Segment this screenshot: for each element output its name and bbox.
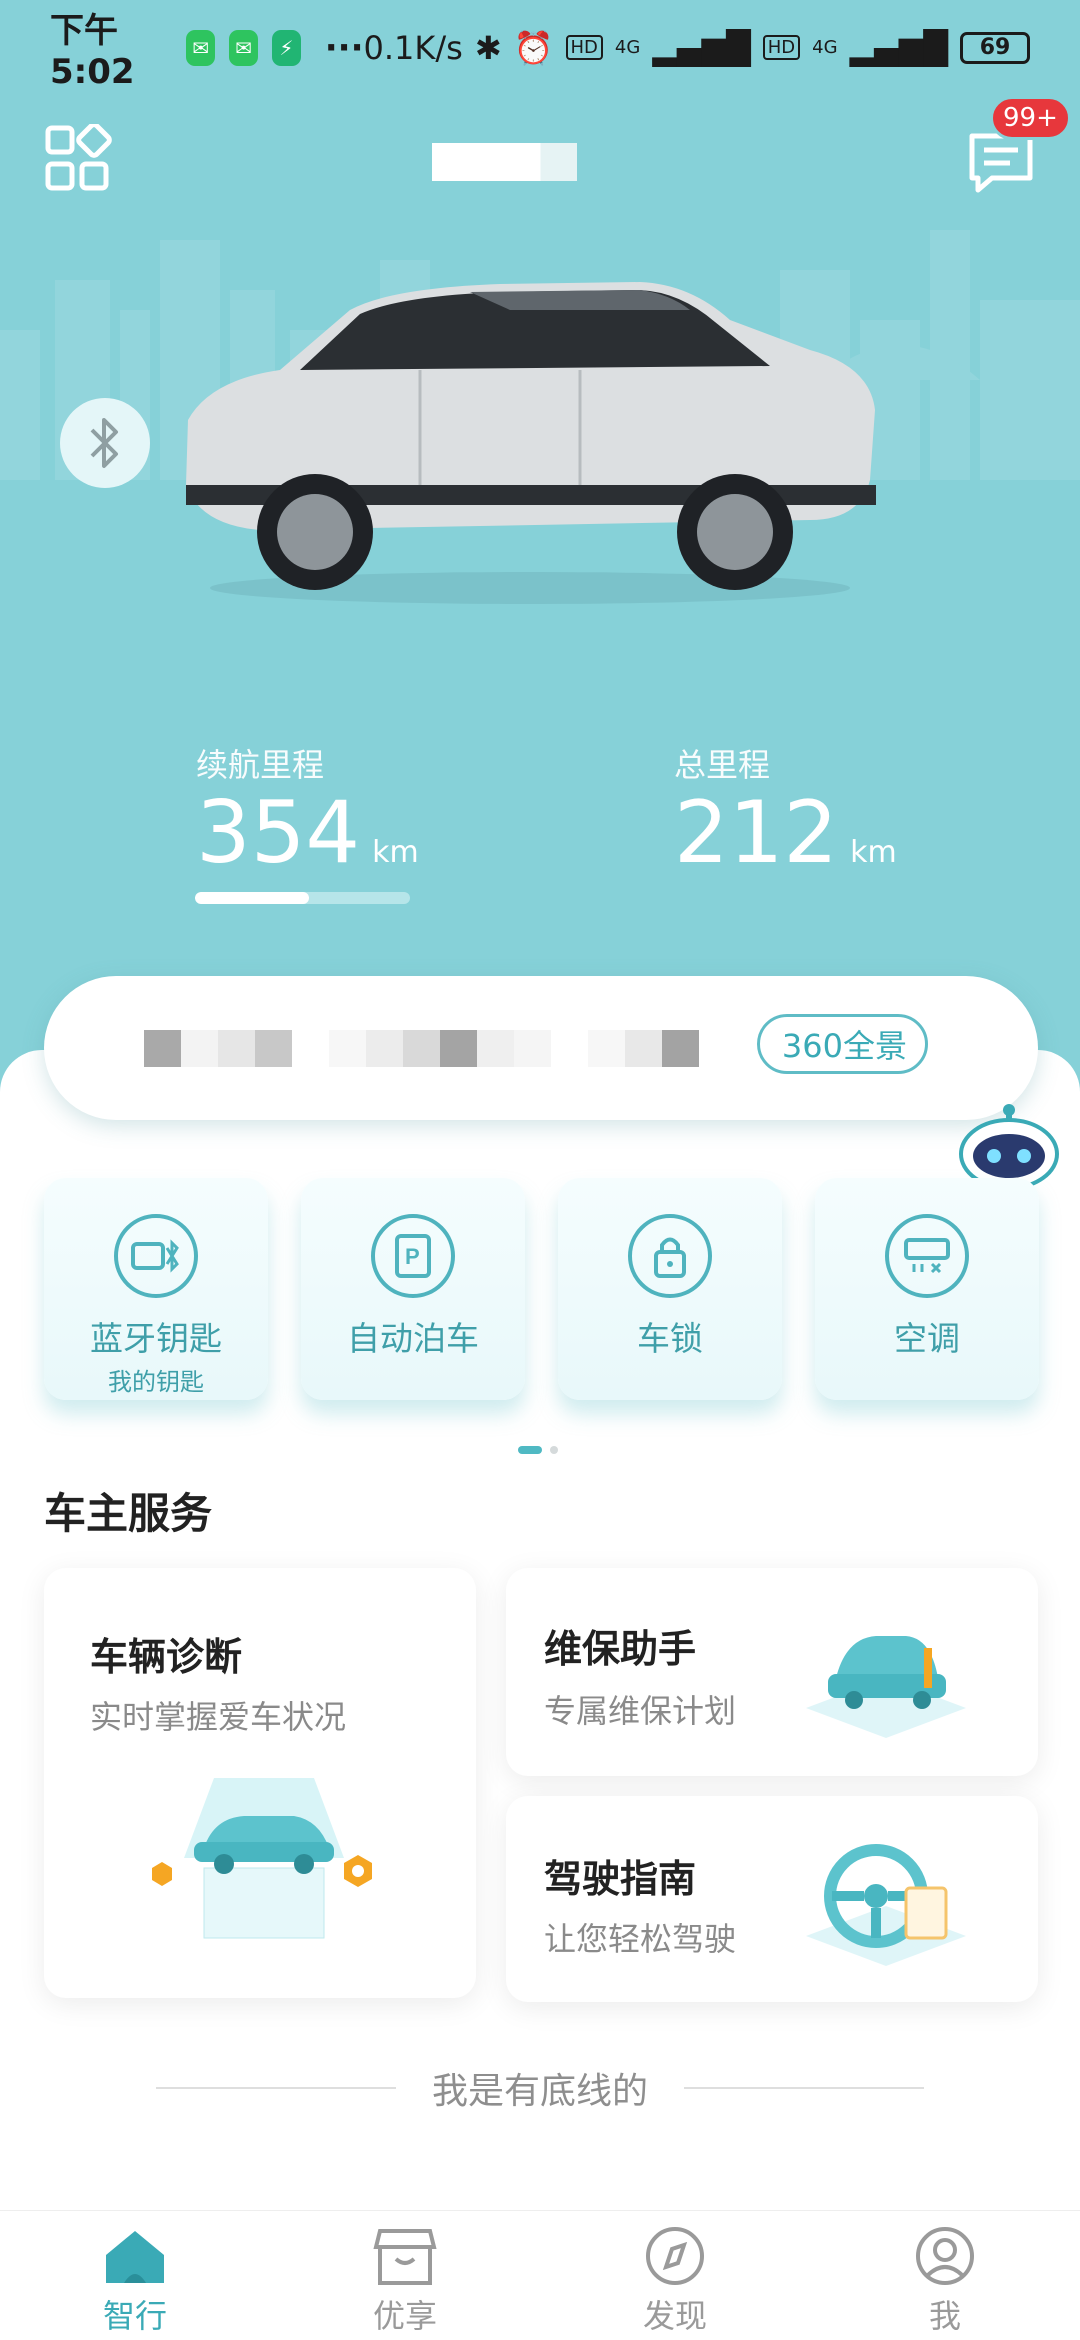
vehicle-name-masked: [432, 143, 577, 181]
card-title: 维保助手: [544, 1627, 697, 1671]
divider-line-left: [155, 2087, 396, 2089]
quick-actions: 蓝牙钥匙 我的钥匙 P 自动泊车 车锁 空调: [44, 1178, 1039, 1400]
alarm-icon: ⏰: [513, 28, 554, 67]
quick-action-auto-parking[interactable]: P 自动泊车: [301, 1178, 525, 1400]
tab-benefits[interactable]: 优享: [270, 2211, 540, 2340]
tab-smart-drive[interactable]: 智行: [0, 2211, 270, 2340]
page-dot-active: [518, 1446, 542, 1454]
page-indicator: [518, 1446, 558, 1454]
bottom-tab-bar: 智行 优享 发现 我: [0, 2210, 1080, 2340]
vehicle-status-pill[interactable]: 360全景: [44, 976, 1038, 1120]
quick-action-label: 车锁: [637, 1319, 703, 1358]
card-subtitle: 实时掌握爱车状况: [90, 1698, 347, 1736]
diagnosis-car-icon: [152, 1778, 372, 1939]
range-stat: 续航里程 354 km: [196, 740, 419, 876]
quick-action-ac[interactable]: 空调: [815, 1178, 1039, 1400]
end-of-list-divider: 我是有底线的: [0, 2062, 1080, 2114]
tab-label: 我: [928, 2297, 961, 2335]
signal-icon: ▂▄▆█: [652, 28, 751, 67]
app-notification-icon: ⚡: [271, 29, 301, 66]
odometer-stat: 总里程 212 km: [674, 740, 897, 876]
range-progress-bar: [195, 892, 410, 904]
more-notifications-icon: ···: [324, 27, 364, 68]
network-type: 4G: [614, 37, 641, 58]
odometer-label: 总里程: [674, 746, 771, 784]
bluetooth-status-icon: ✱: [474, 28, 502, 67]
quick-action-label: 蓝牙钥匙: [90, 1319, 222, 1358]
steering-wheel-icon: [806, 1844, 966, 1966]
divider-line-right: [684, 2087, 924, 2089]
apps-menu-icon[interactable]: [44, 124, 114, 194]
card-title: 车辆诊断: [90, 1635, 243, 1679]
tab-label: 发现: [642, 2297, 707, 2335]
card-maintenance-assistant[interactable]: 维保助手 专属维保计划: [506, 1568, 1038, 1776]
panorama-button[interactable]: 360全景: [756, 1014, 928, 1074]
bluetooth-icon: [90, 418, 118, 468]
tab-label: 优享: [372, 2297, 437, 2335]
signal-icon-2: ▂▄▆█: [849, 28, 948, 67]
unread-badge: 99+: [990, 96, 1071, 140]
user-icon: [916, 2227, 974, 2285]
hero-section: 下午5:02 ✉ ✉ ⚡ ··· 0.1K/s ✱ ⏰ HD 4G ▂▄▆█ H…: [0, 0, 1080, 1120]
status-time: 下午5:02: [50, 11, 135, 92]
card-subtitle: 让您轻松驾驶: [544, 1920, 737, 1958]
end-of-list-text: 我是有底线的: [431, 2071, 648, 2112]
battery-icon: 69: [960, 31, 1030, 64]
masked-status-info: [144, 1029, 699, 1067]
card-vehicle-diagnosis[interactable]: 车辆诊断 实时掌握爱车状况: [44, 1568, 476, 1998]
quick-action-bluetooth-key[interactable]: 蓝牙钥匙 我的钥匙: [44, 1178, 268, 1400]
wechat-icon-2: ✉: [229, 29, 258, 66]
network-type-2: 4G: [812, 37, 838, 58]
range-progress-fill: [195, 892, 309, 904]
card-title: 驾驶指南: [544, 1857, 697, 1901]
status-bar: 下午5:02 ✉ ✉ ⚡ ··· 0.1K/s ✱ ⏰ HD 4G ▂▄▆█ H…: [0, 0, 1080, 95]
quick-action-label: 空调: [894, 1319, 960, 1358]
maintenance-icon: [806, 1636, 966, 1738]
range-unit: km: [372, 835, 419, 870]
vehicle-image: [186, 282, 876, 604]
lock-icon: [628, 1214, 712, 1298]
range-value: 354: [196, 783, 361, 883]
range-label: 续航里程: [196, 746, 325, 784]
compass-icon: [646, 2227, 704, 2285]
hd-badge-2: HD: [762, 35, 801, 60]
wechat-icon: ✉: [186, 29, 216, 66]
odometer-unit: km: [850, 835, 897, 870]
tab-discover[interactable]: 发现: [540, 2211, 810, 2340]
store-icon: [373, 2229, 437, 2285]
hd-badge: HD: [565, 35, 603, 60]
tab-label: 智行: [102, 2297, 167, 2335]
tab-me[interactable]: 我: [810, 2211, 1080, 2340]
quick-action-sub: 我的钥匙: [108, 1368, 204, 1396]
home-icon: [106, 2231, 164, 2283]
odometer-value: 212: [674, 783, 839, 883]
air-conditioner-icon: [885, 1214, 969, 1298]
section-title-services: 车主服务: [44, 1489, 213, 1538]
bluetooth-button[interactable]: [60, 398, 150, 488]
bluetooth-key-icon: [114, 1214, 198, 1298]
page-dot: [550, 1446, 558, 1454]
quick-action-label: 自动泊车: [347, 1319, 479, 1358]
parking-icon: P: [371, 1214, 455, 1298]
network-speed: 0.1K/s: [363, 28, 463, 67]
quick-action-car-lock[interactable]: 车锁: [558, 1178, 782, 1400]
card-driving-guide[interactable]: 驾驶指南 让您轻松驾驶: [506, 1796, 1038, 2002]
card-subtitle: 专属维保计划: [544, 1692, 737, 1730]
svg-text:P: P: [405, 1244, 420, 1269]
